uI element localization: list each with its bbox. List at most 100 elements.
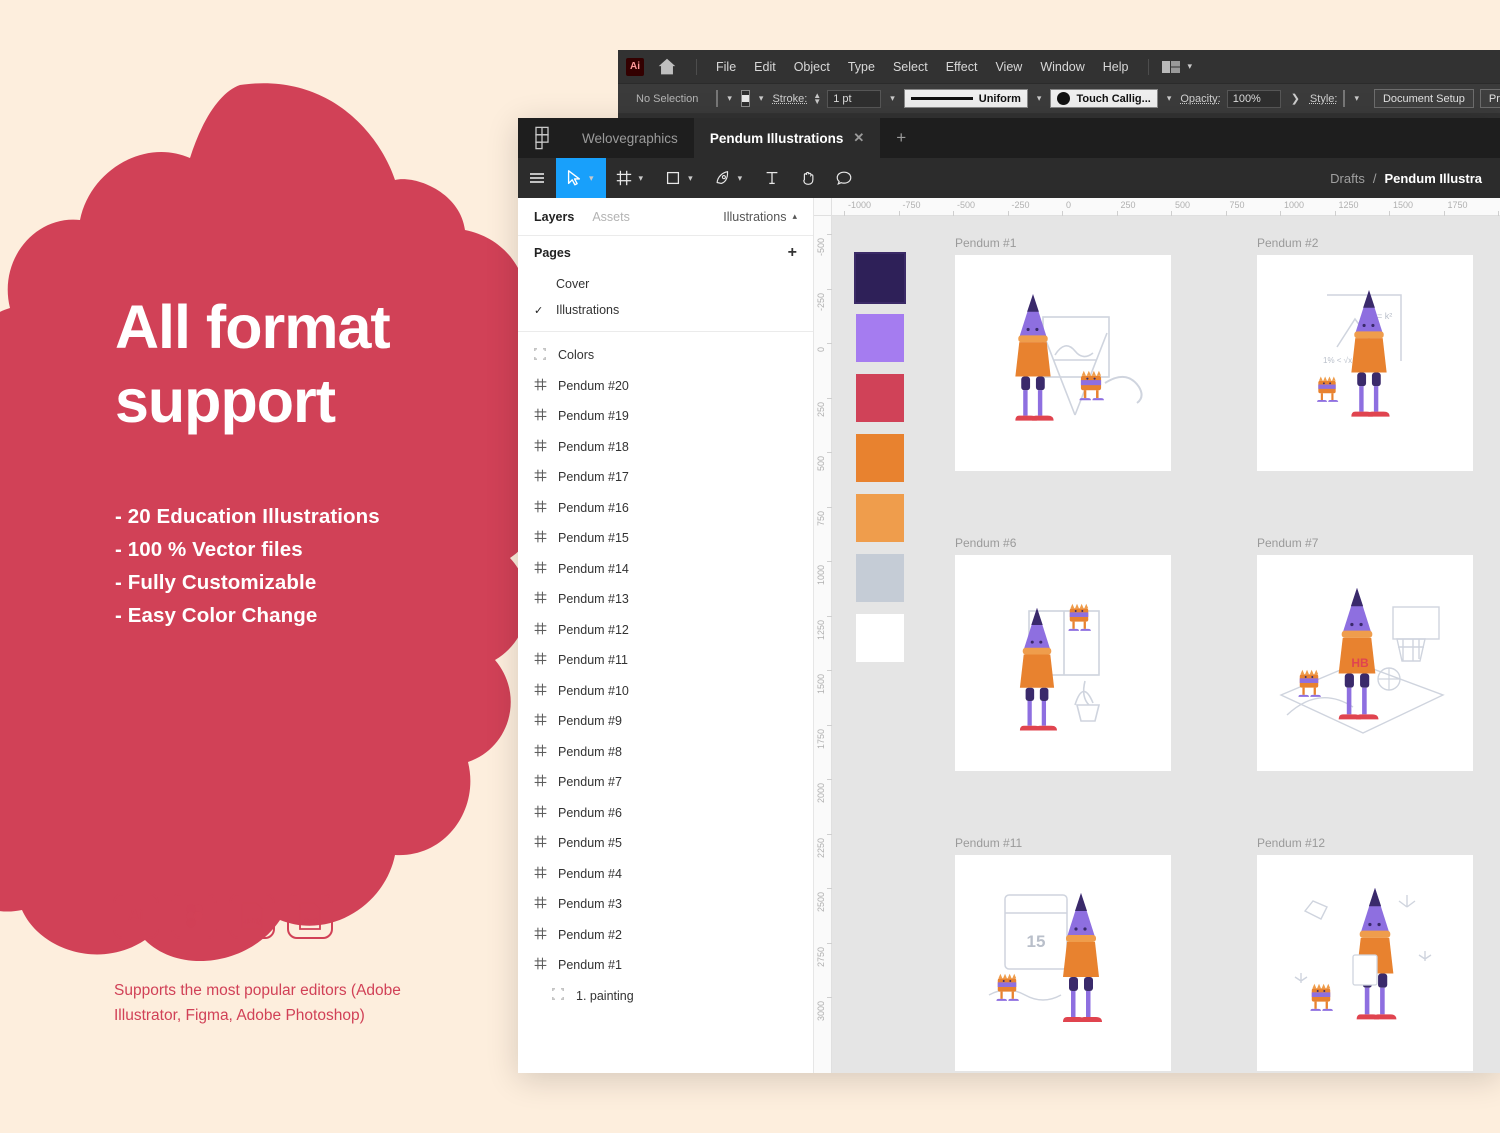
layer-row[interactable]: Pendum #7 — [518, 767, 813, 798]
color-swatch-light-orange[interactable] — [856, 494, 904, 542]
figma-logo[interactable] — [518, 118, 566, 158]
color-swatch-white[interactable] — [856, 614, 904, 662]
layer-row[interactable]: Pendum #13 — [518, 584, 813, 615]
profile-caret-icon[interactable]: ▾ — [1034, 93, 1045, 104]
tab-pendum-illustrations[interactable]: Pendum Illustrations ✕ — [693, 118, 881, 158]
color-swatch-crimson-red[interactable] — [856, 374, 904, 422]
opacity-field[interactable]: 100% — [1226, 89, 1281, 108]
layer-row[interactable]: 1. painting — [518, 981, 813, 1012]
layer-row[interactable]: Pendum #1 — [518, 950, 813, 981]
text-tool[interactable] — [754, 158, 790, 198]
menu-window[interactable]: Window — [1031, 60, 1093, 74]
stroke-caret-icon[interactable]: ▾ — [756, 93, 767, 104]
page-item-cover[interactable]: Cover — [534, 271, 797, 297]
layer-row[interactable]: Pendum #10 — [518, 676, 813, 707]
layer-row[interactable]: Pendum #4 — [518, 859, 813, 890]
frame-tool[interactable]: ▾ — [606, 158, 656, 198]
page-selector[interactable]: Illustrations ▴ — [723, 210, 797, 224]
artboard-label[interactable]: Pendum #11 — [955, 836, 1215, 850]
artboard[interactable]: Pendum #1 — [955, 236, 1215, 494]
menu-icon[interactable] — [518, 158, 556, 198]
layer-row[interactable]: Pendum #19 — [518, 401, 813, 432]
artboard-frame[interactable] — [955, 555, 1171, 771]
artboard-label[interactable]: Pendum #12 — [1257, 836, 1500, 850]
graphic-style-swatch[interactable] — [1343, 90, 1346, 107]
stroke-profile-select[interactable]: Uniform — [903, 89, 1028, 108]
preferences-button[interactable]: Preferences — [1479, 89, 1500, 108]
menu-object[interactable]: Object — [785, 60, 839, 74]
menu-select[interactable]: Select — [884, 60, 937, 74]
color-swatch-light-purple[interactable] — [856, 314, 904, 362]
layer-row[interactable]: Pendum #18 — [518, 432, 813, 463]
stroke-weight-stepper[interactable]: ▲ ▼ — [813, 91, 821, 105]
artboard-label[interactable]: Pendum #7 — [1257, 536, 1500, 550]
home-icon[interactable] — [656, 56, 678, 78]
brush-caret-icon[interactable]: ▾ — [1164, 93, 1175, 104]
document-setup-button[interactable]: Document Setup — [1373, 89, 1474, 108]
layer-row[interactable]: Pendum #3 — [518, 889, 813, 920]
fill-color-swatch[interactable] — [716, 90, 719, 107]
shape-caret-icon[interactable]: ▾ — [685, 173, 696, 184]
artboard[interactable]: Pendum #2 = k² 1% < √x — [1257, 236, 1500, 494]
layer-row[interactable]: Pendum #14 — [518, 554, 813, 585]
layer-row[interactable]: Pendum #9 — [518, 706, 813, 737]
layer-row[interactable]: Pendum #12 — [518, 615, 813, 646]
canvas-surface[interactable]: Pendum #1 Pendum #2 = k² 1% < √x Pendum … — [832, 216, 1500, 1073]
artboard[interactable]: Pendum #7 HB — [1257, 536, 1500, 794]
layer-row[interactable]: Pendum #16 — [518, 493, 813, 524]
layer-row[interactable]: Colors — [518, 340, 813, 371]
new-tab-button[interactable]: + — [880, 118, 922, 158]
artboard-label[interactable]: Pendum #2 — [1257, 236, 1500, 250]
menu-help[interactable]: Help — [1094, 60, 1138, 74]
tab-welovegraphics[interactable]: Weloveg­raphics — [566, 118, 694, 158]
shape-tool[interactable]: ▾ — [655, 158, 705, 198]
artboard[interactable]: Pendum #6 — [955, 536, 1215, 794]
artboard-frame[interactable]: 15 — [955, 855, 1171, 1071]
menu-type[interactable]: Type — [839, 60, 884, 74]
layer-row[interactable]: Pendum #20 — [518, 371, 813, 402]
stroke-color-swatch[interactable] — [740, 90, 750, 107]
artboard-frame[interactable]: HB — [1257, 555, 1473, 771]
add-page-button[interactable]: + — [788, 245, 797, 261]
color-swatch-dark-indigo[interactable] — [854, 252, 906, 304]
menu-edit[interactable]: Edit — [745, 60, 785, 74]
artboard-label[interactable]: Pendum #1 — [955, 236, 1215, 250]
stroke-weight-field[interactable]: 1 pt — [827, 89, 882, 108]
style-caret-icon[interactable]: ▾ — [1351, 93, 1362, 104]
pen-tool[interactable]: ▾ — [705, 158, 755, 198]
move-caret-icon[interactable]: ▾ — [586, 173, 597, 184]
fill-caret-icon[interactable]: ▾ — [724, 93, 735, 104]
move-tool[interactable]: ▾ — [556, 158, 606, 198]
layer-row[interactable]: Pendum #15 — [518, 523, 813, 554]
hand-tool[interactable] — [790, 158, 826, 198]
artboard-frame[interactable] — [955, 255, 1171, 471]
artboard-frame[interactable]: = k² 1% < √x — [1257, 255, 1473, 471]
menu-view[interactable]: View — [986, 60, 1031, 74]
layer-row[interactable]: Pendum #5 — [518, 828, 813, 859]
menu-file[interactable]: File — [707, 60, 745, 74]
canvas[interactable]: -1000 -750 -500 -250 0 250 500 750 1000 1250 1500 1… — [814, 198, 1500, 1073]
layer-row[interactable]: Pendum #11 — [518, 645, 813, 676]
artboard-frame[interactable] — [1257, 855, 1473, 1071]
color-swatch-pale-blue-grey[interactable] — [856, 554, 904, 602]
layer-row[interactable]: Pendum #6 — [518, 798, 813, 829]
opacity-expand-icon[interactable]: ❯ — [1287, 92, 1304, 105]
breadcrumb-root[interactable]: Drafts — [1330, 171, 1365, 186]
stroke-weight-caret-icon[interactable]: ▾ — [887, 93, 898, 104]
pen-caret-icon[interactable]: ▾ — [735, 173, 746, 184]
layer-row[interactable]: Pendum #17 — [518, 462, 813, 493]
layer-list[interactable]: Colors Pendum #20 Pendum #19 Pendum #18 Pend… — [518, 332, 813, 1073]
artboard[interactable]: Pendum #12 — [1257, 836, 1500, 1073]
artboard-label[interactable]: Pendum #6 — [955, 536, 1215, 550]
comment-tool[interactable] — [826, 158, 862, 198]
color-swatch-group[interactable] — [854, 252, 906, 662]
layer-row[interactable]: Pendum #2 — [518, 920, 813, 951]
tab-layers[interactable]: Layers — [534, 210, 574, 224]
layer-row[interactable]: Pendum #8 — [518, 737, 813, 768]
workspace-switcher[interactable]: ▾ — [1161, 59, 1196, 75]
page-item-illustrations[interactable]: ✓ Illustrations — [534, 297, 797, 323]
brush-select[interactable]: Touch Callig... — [1050, 89, 1158, 108]
color-swatch-orange[interactable] — [856, 434, 904, 482]
close-icon[interactable]: ✕ — [853, 130, 864, 146]
menu-effect[interactable]: Effect — [937, 60, 987, 74]
